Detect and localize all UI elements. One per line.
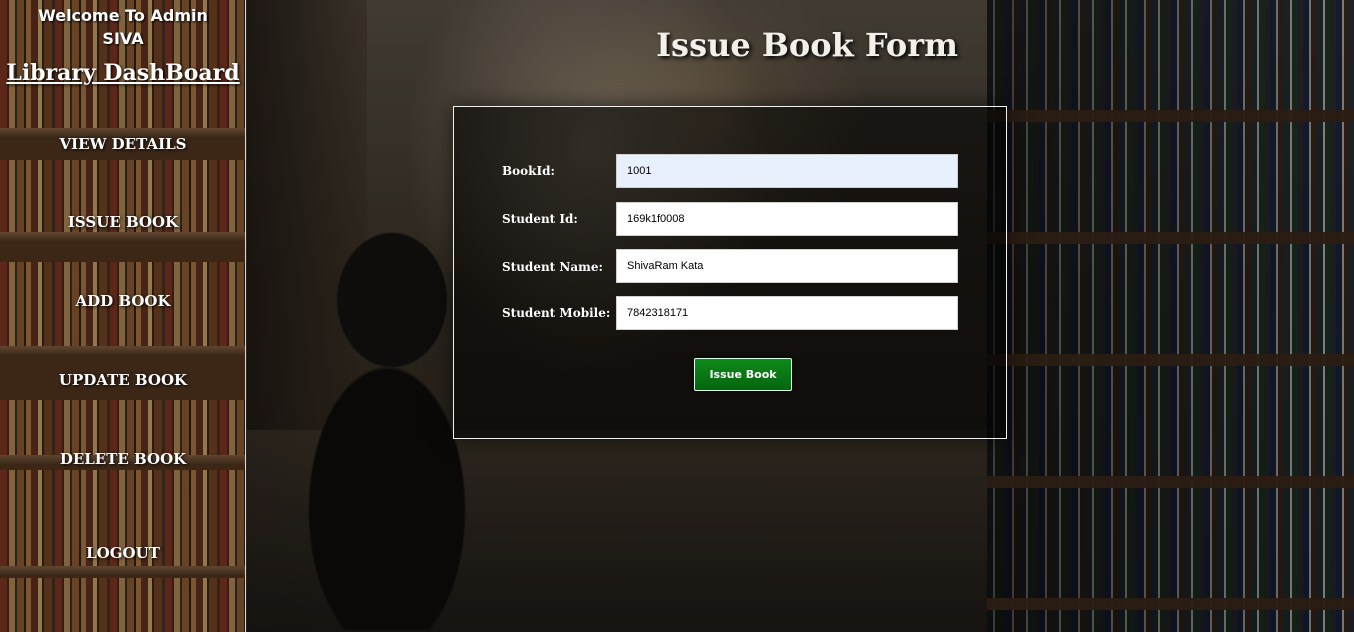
student-name-input[interactable]: ShivaRam Kata (616, 249, 958, 283)
student-id-label: Student Id: (502, 212, 578, 226)
nav-delete-book[interactable]: DELETE BOOK (0, 450, 245, 468)
nav-view-details[interactable]: VIEW DETAILS (0, 135, 245, 153)
nav-add-book[interactable]: ADD BOOK (0, 292, 245, 310)
book-id-input[interactable]: 1001 (616, 154, 958, 188)
dashboard-title: Library DashBoard (6, 60, 240, 86)
issue-book-button[interactable]: Issue Book (694, 358, 792, 391)
welcome-line: Welcome To Admin (38, 6, 208, 25)
welcome-message: Welcome To Admin SIVA (0, 4, 245, 50)
student-id-input[interactable]: 169k1f0008 (616, 202, 958, 236)
main-content: Issue Book Form BookId: 1001 Student Id:… (247, 0, 1354, 632)
student-mobile-input[interactable]: 7842318171 (616, 296, 958, 330)
nav-update-book[interactable]: UPDATE BOOK (0, 371, 245, 389)
nav-issue-book[interactable]: ISSUE BOOK (0, 213, 245, 231)
student-name-label: Student Name: (502, 260, 603, 274)
student-mobile-label: Student Mobile: (502, 306, 611, 320)
nav-logout[interactable]: LOGOUT (0, 544, 245, 562)
admin-name: SIVA (102, 29, 144, 48)
sidebar: Welcome To Admin SIVA Library DashBoard … (0, 0, 246, 632)
issue-book-form: BookId: 1001 Student Id: 169k1f0008 Stud… (453, 106, 1007, 439)
book-id-label: BookId: (502, 164, 555, 178)
page-title: Issue Book Form (656, 26, 958, 64)
